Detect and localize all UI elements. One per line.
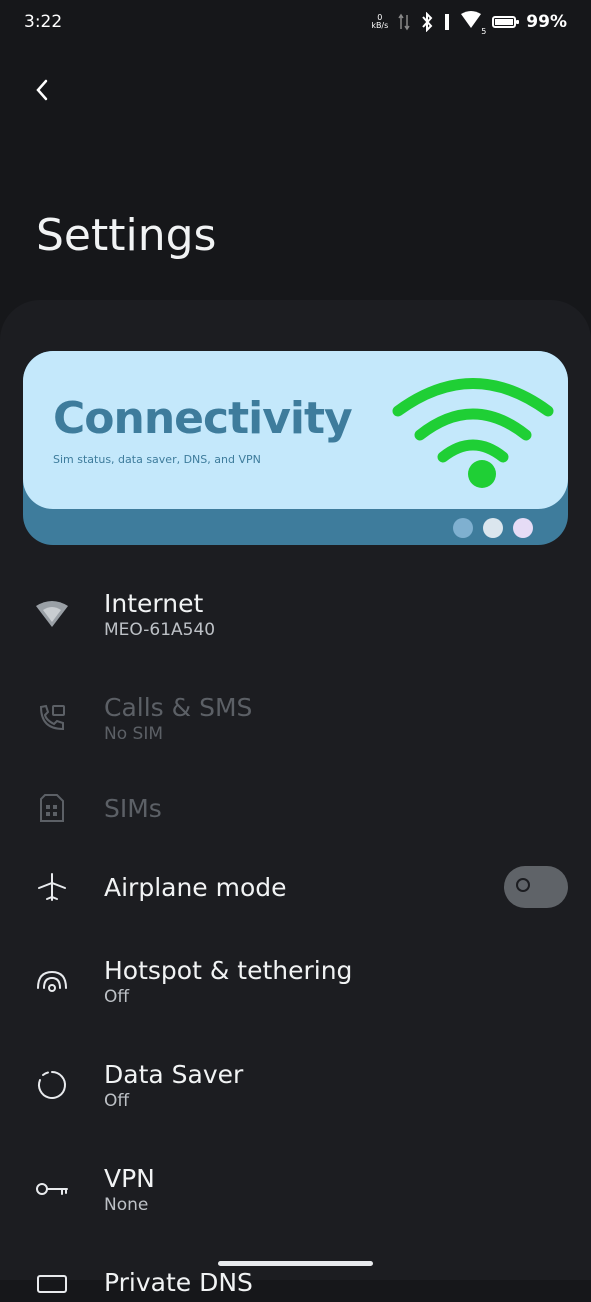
vibrate-bar-icon: [445, 14, 450, 30]
item-title: Data Saver: [104, 1059, 244, 1089]
item-title: VPN: [104, 1163, 155, 1193]
item-texts: Airplane mode: [104, 873, 287, 902]
item-title: Internet: [104, 588, 204, 618]
item-texts: Hotspot & tethering Off: [104, 956, 352, 1007]
item-subtitle: None: [104, 1194, 149, 1215]
settings-item-data-saver[interactable]: Data Saver Off: [0, 1055, 591, 1115]
page-dot-1: [453, 518, 473, 538]
item-title: SIMs: [104, 793, 162, 823]
wifi-icon: [461, 10, 482, 28]
item-title: Private DNS: [104, 1267, 253, 1297]
item-texts: Data Saver Off: [104, 1060, 243, 1111]
phone-message-icon: [34, 700, 70, 736]
data-saver-icon: [34, 1067, 70, 1103]
item-texts: VPN None: [104, 1164, 155, 1215]
item-title: Calls & SMS: [104, 692, 253, 722]
banner-card: Connectivity Sim status, data saver, DNS…: [23, 351, 568, 509]
settings-item-internet[interactable]: Internet MEO-61A540: [0, 584, 591, 644]
item-subtitle: MEO-61A540: [104, 619, 216, 640]
page-title: Settings: [36, 210, 217, 261]
status-time: 3:22: [24, 12, 63, 32]
battery-percent: 99%: [526, 12, 567, 32]
vpn-key-icon: [34, 1171, 70, 1207]
banner-wifi-icon: [392, 378, 554, 488]
sim-card-icon: [34, 790, 70, 826]
data-arrows-icon: [398, 13, 410, 31]
private-dns-icon: [34, 1264, 70, 1300]
airplane-icon: [34, 869, 70, 905]
status-icons: 0 kB/s 5 99%: [371, 10, 567, 36]
settings-item-airplane-mode[interactable]: Airplane mode: [0, 869, 591, 905]
settings-item-calls-sms[interactable]: Calls & SMS No SIM: [0, 688, 591, 748]
connectivity-banner: Connectivity Sim status, data saver, DNS…: [23, 351, 568, 545]
settings-item-hotspot[interactable]: Hotspot & tethering Off: [0, 951, 591, 1011]
network-speed: 0 kB/s: [371, 13, 389, 30]
settings-item-private-dns[interactable]: Private DNS: [0, 1262, 591, 1302]
page-dot-3: [513, 518, 533, 538]
item-texts: Calls & SMS No SIM: [104, 693, 252, 744]
status-bar: 3:22 0 kB/s 5 99%: [0, 0, 591, 44]
wifi-badge: 5: [481, 26, 487, 36]
banner-page-dots: [453, 518, 533, 538]
item-subtitle: No SIM: [104, 723, 163, 744]
wifi-icon: [34, 596, 70, 632]
item-title: Hotspot & tethering: [104, 955, 353, 985]
home-indicator[interactable]: [218, 1261, 373, 1266]
settings-item-sims[interactable]: SIMs: [0, 790, 591, 826]
item-texts: SIMs: [104, 794, 162, 823]
item-title: Airplane mode: [104, 872, 287, 902]
item-subtitle: Off: [104, 986, 130, 1007]
battery-icon: [492, 16, 520, 28]
bluetooth-icon: [422, 12, 433, 32]
banner-subtitle: Sim status, data saver, DNS, and VPN: [53, 453, 261, 466]
item-texts: Internet MEO-61A540: [104, 589, 215, 640]
back-arrow-icon: [36, 79, 48, 101]
settings-item-vpn[interactable]: VPN None: [0, 1159, 591, 1219]
wifi-status: 5: [460, 10, 486, 36]
item-subtitle: Off: [104, 1090, 130, 1111]
hotspot-icon: [34, 963, 70, 999]
page-dot-2: [483, 518, 503, 538]
item-texts: Private DNS: [104, 1268, 253, 1297]
banner-title: Connectivity: [53, 393, 353, 444]
toggle-knob: [516, 878, 530, 892]
airplane-mode-toggle[interactable]: [504, 866, 568, 908]
back-button[interactable]: [22, 70, 62, 110]
